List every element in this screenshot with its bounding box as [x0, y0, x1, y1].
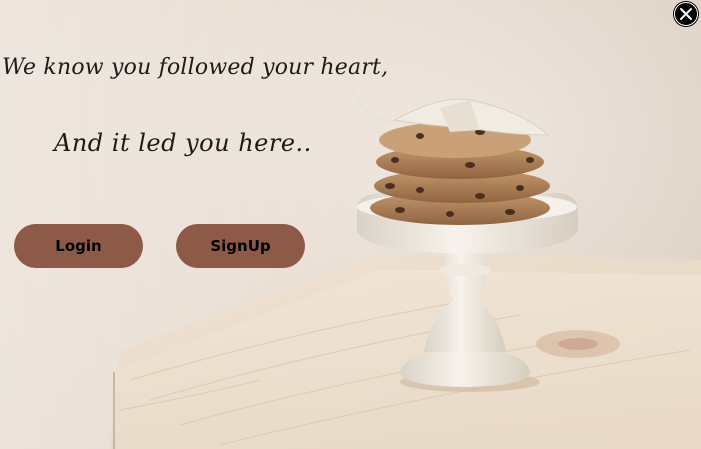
close-icon	[674, 2, 698, 26]
signup-button[interactable]: SignUp	[176, 224, 305, 268]
headline-line-2: And it led you here..	[54, 129, 312, 157]
headline-line-1: We know you followed your heart,	[2, 55, 389, 80]
close-button[interactable]	[673, 1, 699, 27]
login-button[interactable]: Login	[14, 224, 143, 268]
